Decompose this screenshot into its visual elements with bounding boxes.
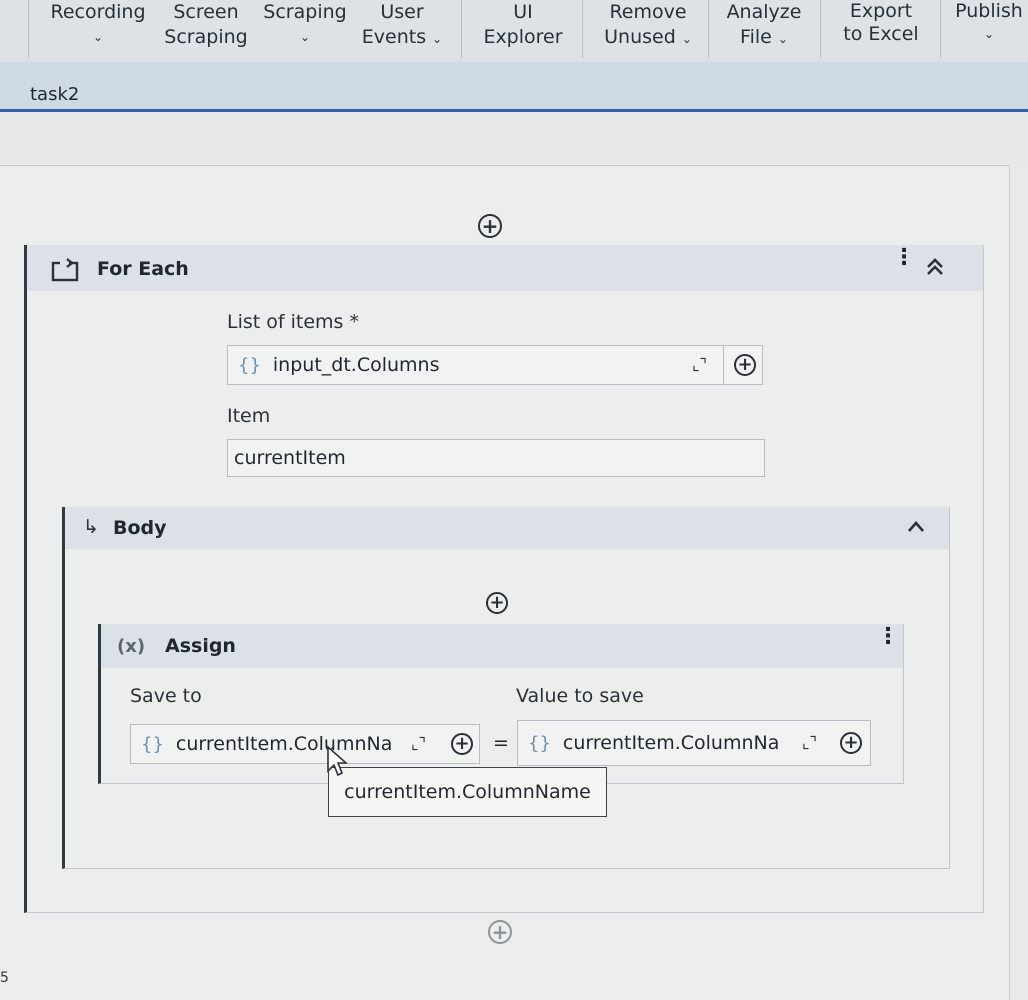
expand-editor-icon[interactable]: ⌞⌝: [692, 355, 707, 374]
screen-scraping-label-1: Screen: [173, 1, 239, 23]
chevron-down-icon: ⌄: [983, 27, 995, 41]
chevron-down-icon: ⌄: [299, 30, 311, 44]
value-to-save-label: Value to save: [516, 685, 644, 707]
ribbon-toolbar: Recording ⌄ Screen Scraping Scraping ⌄ U…: [0, 0, 1028, 62]
recording-button[interactable]: Recording ⌄: [46, 0, 150, 58]
chevron-down-icon: ⌄: [92, 30, 104, 44]
expression-icon: {}: [238, 354, 261, 376]
tab-task2[interactable]: task2: [30, 84, 79, 105]
scraping-button[interactable]: Scraping ⌄: [260, 0, 350, 58]
ribbon-separator: [28, 0, 29, 58]
for-each-header[interactable]: For Each ⋮: [27, 245, 983, 291]
publish-label: Publish: [955, 0, 1023, 22]
add-variable-icon[interactable]: +: [451, 733, 473, 755]
export-label-2: to Excel: [843, 23, 919, 45]
expand-editor-icon[interactable]: ⌞⌝: [411, 734, 426, 753]
expression-icon: {}: [141, 733, 164, 755]
body-header[interactable]: ↳ Body: [65, 507, 949, 549]
assign-header[interactable]: (x) Assign ⋮: [101, 624, 903, 668]
tooltip: currentItem.ColumnName: [328, 767, 607, 817]
ribbon-separator: [461, 0, 462, 58]
document-tab-strip: task2: [0, 62, 1028, 112]
list-of-items-value: input_dt.Columns: [272, 354, 440, 376]
for-each-title: For Each: [97, 258, 189, 280]
more-options-icon[interactable]: ⋮: [893, 247, 915, 269]
item-field[interactable]: currentItem: [227, 439, 765, 477]
ui-explorer-label-2: Explorer: [483, 26, 563, 48]
ui-explorer-label-1: UI: [513, 1, 533, 23]
export-label-1: Export: [849, 0, 913, 22]
expression-icon: {}: [528, 732, 551, 754]
scraping-label: Scraping: [263, 1, 347, 23]
mouse-cursor-icon: [327, 745, 349, 777]
chevron-down-icon: ⌄: [777, 32, 788, 46]
more-options-icon[interactable]: ⋮: [877, 626, 899, 648]
screen-scraping-label-2: Scraping: [164, 26, 248, 48]
body-title: Body: [113, 517, 167, 539]
loop-icon: [51, 258, 79, 282]
remove-unused-label-2: Unused: [604, 26, 676, 48]
export-to-excel-button[interactable]: Export to Excel: [832, 0, 930, 58]
nested-arrow-icon: ↳: [83, 516, 99, 538]
add-variable-icon[interactable]: +: [840, 732, 862, 754]
publish-button[interactable]: Publish ⌄: [950, 0, 1028, 58]
value-to-save-field[interactable]: {} currentItem.ColumnNa ⌞⌝ +: [517, 720, 871, 766]
value-to-save-value: currentItem.ColumnNa: [562, 732, 780, 754]
item-value: currentItem: [234, 447, 346, 469]
user-events-button[interactable]: User Events ⌄: [358, 0, 446, 58]
list-of-items-field[interactable]: {} input_dt.Columns ⌞⌝ +: [227, 345, 763, 385]
remove-unused-button[interactable]: Remove Unused ⌄: [596, 0, 700, 58]
add-activity-icon[interactable]: +: [478, 214, 502, 238]
divider: [723, 346, 724, 384]
add-variable-icon[interactable]: +: [734, 354, 756, 376]
save-to-field[interactable]: {} currentItem.ColumnNa ⌞⌝ +: [130, 724, 480, 764]
collapse-icon[interactable]: [925, 257, 945, 277]
ribbon-separator: [582, 0, 583, 58]
chevron-down-icon: ⌄: [681, 32, 692, 46]
add-activity-icon[interactable]: +: [488, 920, 512, 944]
analyze-file-label-2: File: [740, 26, 772, 48]
ribbon-separator: [708, 0, 709, 58]
screen-scraping-button[interactable]: Screen Scraping: [160, 0, 252, 58]
remove-unused-label-1: Remove: [609, 1, 687, 23]
assign-title: Assign: [165, 635, 236, 657]
assign-activity[interactable]: (x) Assign ⋮ Save to Value to save {} cu…: [98, 624, 904, 784]
recording-label: Recording: [50, 1, 146, 23]
chevron-up-icon[interactable]: [907, 520, 925, 534]
analyze-file-label-1: Analyze: [726, 1, 802, 23]
expand-editor-icon[interactable]: ⌞⌝: [802, 733, 817, 752]
variable-icon: (x): [117, 636, 146, 657]
chevron-down-icon: ⌄: [432, 32, 443, 46]
add-activity-icon[interactable]: +: [486, 592, 508, 614]
ribbon-separator: [940, 0, 941, 58]
item-label: Item: [227, 405, 271, 427]
save-to-value: currentItem.ColumnNa: [175, 733, 393, 755]
user-events-label-1: User: [380, 1, 424, 23]
edge-fragment-text: 5: [0, 970, 9, 986]
canvas-margin: [0, 115, 1028, 165]
ui-explorer-button[interactable]: UI Explorer: [478, 0, 568, 58]
equals-sign: =: [493, 732, 509, 754]
user-events-label-2: Events: [361, 26, 427, 48]
save-to-label: Save to: [130, 685, 202, 707]
list-of-items-label: List of items *: [227, 311, 359, 333]
ribbon-separator: [820, 0, 821, 58]
analyze-file-button[interactable]: Analyze File ⌄: [718, 0, 810, 58]
